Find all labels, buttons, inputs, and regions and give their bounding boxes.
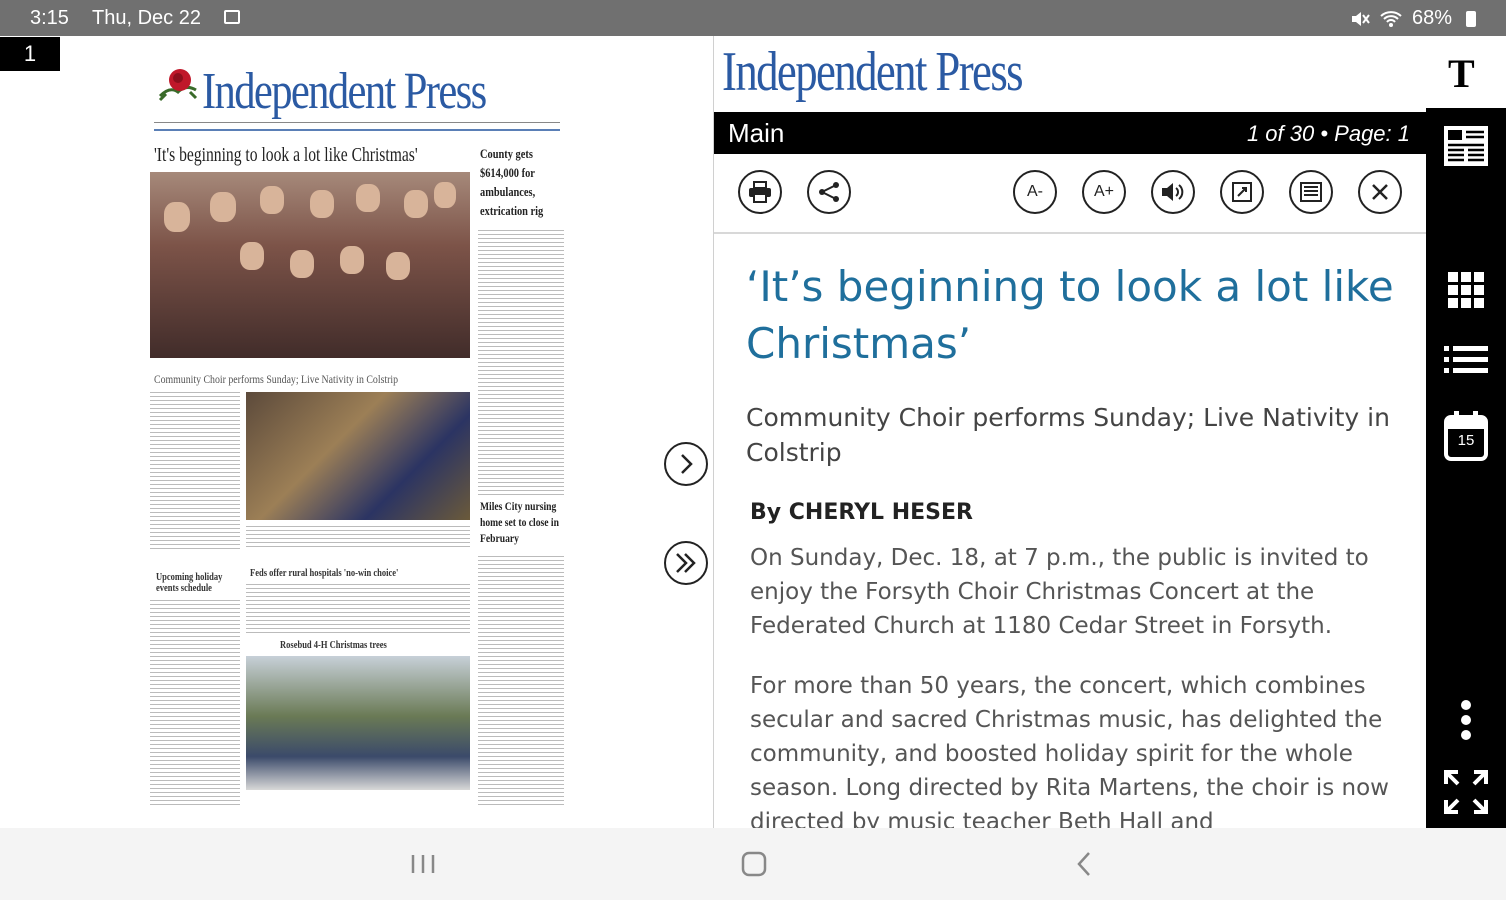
more-vertical-icon: [1461, 700, 1471, 740]
page-view-button[interactable]: [1289, 170, 1333, 214]
printer-icon: [749, 181, 771, 203]
article-toolbar: A- A+: [714, 154, 1426, 234]
text-column: [246, 526, 470, 550]
share-icon: [819, 182, 839, 202]
thumbnail-headline: 'It's beginning to look a lot like Chris…: [154, 144, 418, 166]
article-list-button[interactable]: [1442, 336, 1490, 384]
grid-icon: [1448, 272, 1484, 308]
side-headline-1: County gets $614,000 for ambulances, ext…: [480, 146, 544, 218]
calendar-button[interactable]: 15: [1442, 408, 1490, 464]
article-byline: By CHERYL HESER: [750, 500, 973, 525]
newspaper-layout-icon: [1444, 126, 1488, 166]
status-time: 3:15: [30, 7, 69, 29]
lower-headline-mid: Feds offer rural hospitals 'no-win choic…: [250, 568, 399, 579]
article-paragraph: For more than 50 years, the concert, whi…: [750, 673, 1389, 828]
status-date: Thu, Dec 22: [92, 7, 201, 29]
status-bar: 3:15 Thu, Dec 22 68%: [0, 0, 1506, 36]
reader-masthead-logo: Independent Press: [722, 41, 1024, 103]
text-column: [478, 230, 564, 496]
text-column: [478, 556, 564, 806]
view-on-page-button[interactable]: [1220, 170, 1264, 214]
status-indicators: 68%: [1350, 7, 1476, 30]
gallery-notification-icon: [224, 10, 240, 24]
wifi-icon: [1380, 10, 1402, 27]
article-content: ‘It’s beginning to look a lot like Chris…: [746, 258, 1396, 828]
mute-icon: [1351, 11, 1370, 26]
rose-logo-icon: [158, 69, 198, 102]
print-button[interactable]: [738, 170, 782, 214]
sections-grid-button[interactable]: [1442, 266, 1490, 314]
share-button[interactable]: [807, 170, 851, 214]
calendar-day: 15: [1457, 432, 1475, 449]
back-icon: [1077, 852, 1090, 876]
text-column: [150, 600, 240, 805]
next-page-button[interactable]: [664, 442, 708, 486]
battery-icon: [1466, 10, 1476, 27]
double-chevron-right-icon: [676, 553, 696, 573]
thumbnail-masthead: Independent Press: [150, 60, 564, 132]
section-bar: Main 1 of 30 • Page: 1: [714, 112, 1426, 154]
newspaper-icon: [1300, 182, 1322, 202]
lower-headline-left: Upcoming holiday events schedule: [156, 572, 223, 594]
font-decrease-button[interactable]: A-: [1013, 170, 1057, 214]
close-article-button[interactable]: [1358, 170, 1402, 214]
close-icon: [1372, 184, 1388, 200]
last-page-button[interactable]: [664, 541, 708, 585]
nativity-photo: [246, 392, 470, 520]
page-number-badge: 1: [0, 37, 60, 71]
newspaper-page-thumbnail[interactable]: Independent Press 'It's beginning to loo…: [150, 60, 564, 815]
fullscreen-icon: [1444, 770, 1488, 814]
font-increase-button[interactable]: A+: [1082, 170, 1126, 214]
text-mode-icon[interactable]: T: [1448, 50, 1475, 97]
right-toolbar: 15: [1426, 108, 1506, 828]
thumbnail-masthead-title: Independent Press: [202, 63, 487, 120]
back-button[interactable]: [1064, 848, 1104, 880]
page-info: 1 of 30 • Page: 1: [1246, 121, 1410, 146]
page-thumbnails-button[interactable]: [1442, 122, 1490, 170]
speaker-icon: [1162, 183, 1184, 201]
masthead-rule: [154, 122, 560, 131]
system-navigation-bar: [0, 828, 1506, 900]
more-options-button[interactable]: [1442, 696, 1490, 744]
home-icon: [741, 851, 767, 877]
recent-apps-button[interactable]: [403, 848, 443, 880]
home-button[interactable]: [734, 848, 774, 880]
list-icon: [1444, 346, 1488, 373]
side-headline-2: Miles City nursing home set to close in …: [480, 499, 559, 545]
choir-photo: [150, 172, 470, 358]
thumbnail-photo-caption: Community Choir performs Sunday; Live Na…: [154, 372, 399, 386]
read-aloud-button[interactable]: [1151, 170, 1195, 214]
chevron-right-icon: [681, 454, 693, 474]
text-column: [150, 392, 240, 552]
recent-apps-icon: [411, 855, 435, 873]
section-name: Main: [728, 118, 785, 148]
text-column: [246, 584, 470, 634]
christmas-trees-photo: [246, 656, 470, 790]
battery-percent: 68%: [1411, 7, 1452, 29]
article-title: ‘It’s beginning to look a lot like Chris…: [746, 262, 1394, 368]
expand-page-icon: [1232, 182, 1252, 202]
fullscreen-button[interactable]: [1442, 768, 1490, 816]
article-paragraph: On Sunday, Dec. 18, at 7 p.m., the publi…: [750, 545, 1369, 639]
lower-headline-photo: Rosebud 4-H Christmas trees: [280, 640, 387, 651]
article-subtitle: Community Choir performs Sunday; Live Na…: [746, 403, 1390, 467]
